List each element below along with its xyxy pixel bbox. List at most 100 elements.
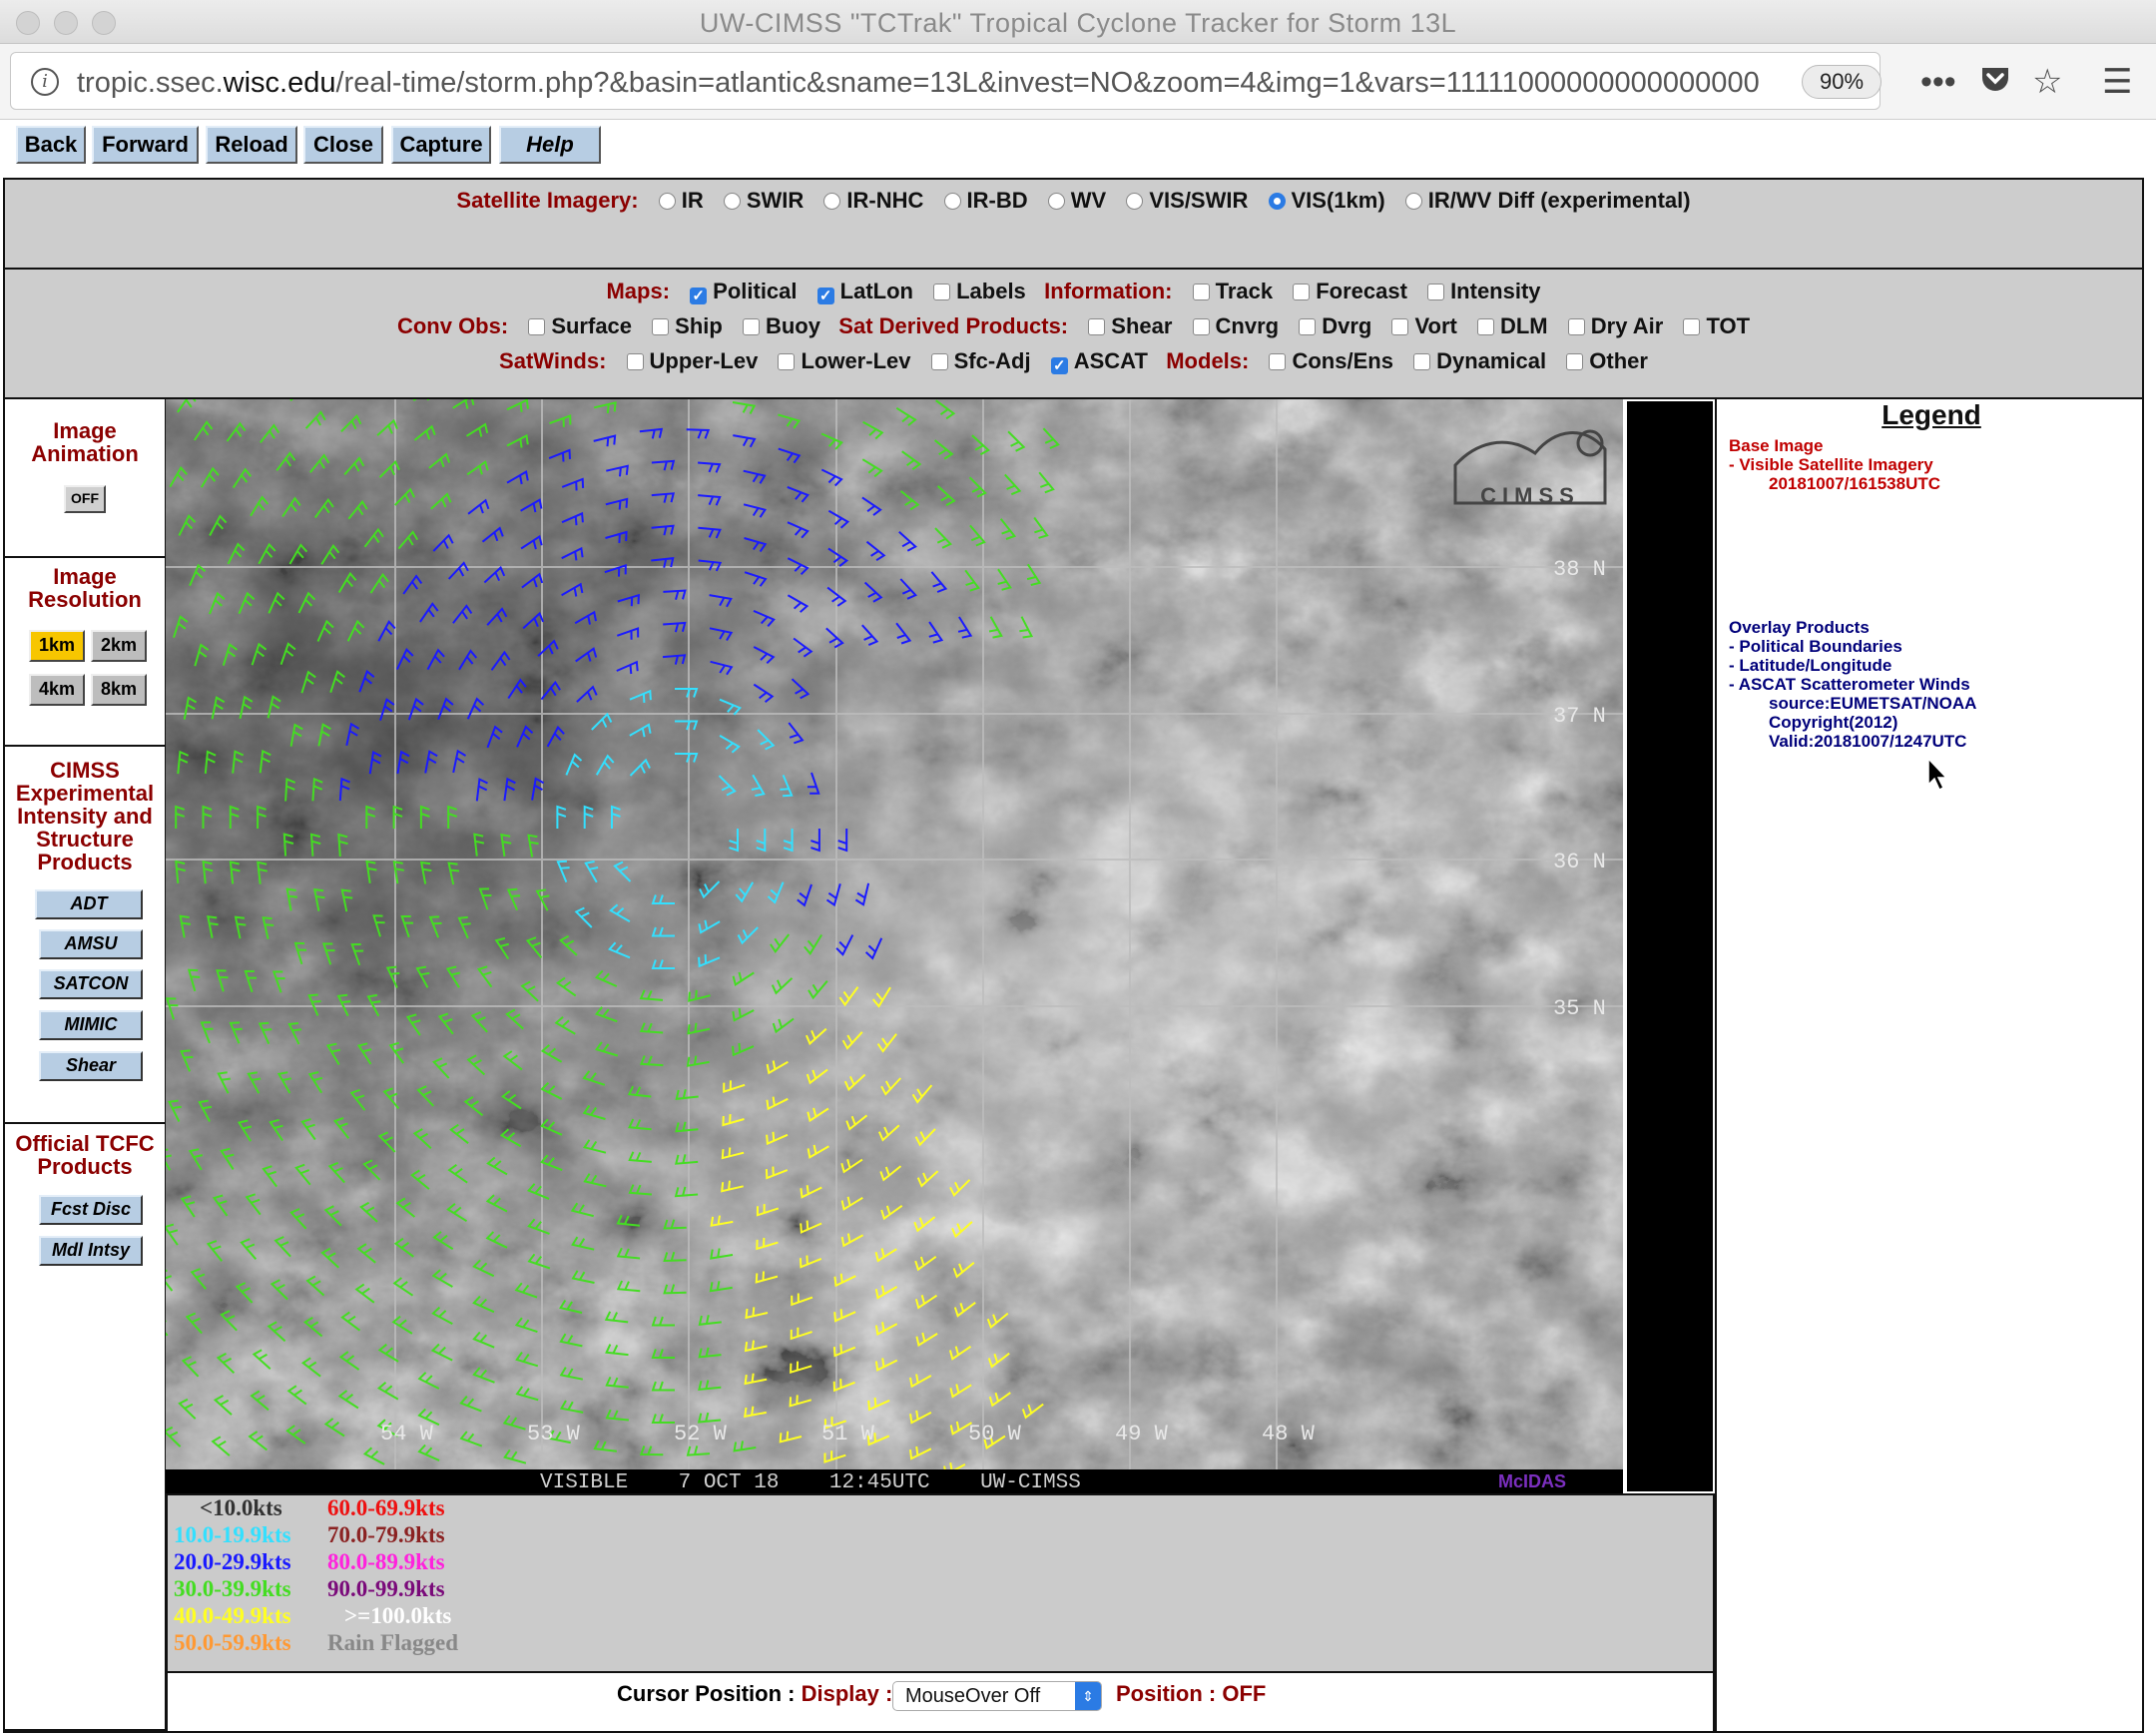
- longitude-label: 54 W: [380, 1422, 434, 1446]
- checkbox-cnvrg[interactable]: [1192, 318, 1210, 335]
- key-90-99: 90.0-99.9kts: [327, 1576, 445, 1601]
- checkbox-sfc-adj[interactable]: [930, 353, 948, 370]
- checkbox-other[interactable]: [1566, 353, 1584, 370]
- url-bar[interactable]: i tropic.ssec.wisc.edu/real-time/storm.p…: [10, 52, 1882, 110]
- base-image-heading: Base Image: [1729, 436, 1824, 455]
- res-4km-button[interactable]: 4km: [29, 674, 85, 706]
- radio-vis-1km-label: VIS(1km): [1291, 188, 1385, 213]
- pocket-icon[interactable]: [1978, 62, 2012, 105]
- cnvrg-label: Cnvrg: [1215, 313, 1280, 338]
- back-button[interactable]: Back: [16, 126, 86, 164]
- satellite-image[interactable]: 38 N 37 N 36 N 35 N 54 W 53 W 52 W 51 W 50 W 49 W…: [166, 399, 1623, 1493]
- satwinds-label: SatWinds:: [499, 348, 607, 373]
- maps-label: Maps:: [606, 279, 671, 303]
- url-prefix: tropic.ssec.: [77, 67, 224, 99]
- res-1km-button[interactable]: 1km: [29, 630, 85, 662]
- info-icon[interactable]: i: [31, 68, 59, 96]
- surface-label: Surface: [551, 313, 633, 338]
- fcst-disc-button[interactable]: Fcst Disc: [39, 1195, 143, 1225]
- adt-button[interactable]: ADT: [35, 889, 143, 919]
- latitude-label: 35 N: [1553, 996, 1606, 1021]
- checkbox-tot[interactable]: [1683, 318, 1701, 335]
- url-text[interactable]: tropic.ssec.wisc.edu/real-time/storm.php…: [77, 67, 1774, 100]
- bookmark-star-icon[interactable]: ☆: [2032, 62, 2062, 102]
- latitude-label: 37 N: [1553, 704, 1606, 729]
- checkbox-vort[interactable]: [1391, 318, 1409, 335]
- zoom-indicator[interactable]: 90%: [1802, 65, 1882, 99]
- key-80-89: 80.0-89.9kts: [327, 1549, 445, 1574]
- checkbox-dynamical[interactable]: [1413, 353, 1431, 370]
- checkbox-surface[interactable]: [528, 318, 546, 335]
- more-actions-icon[interactable]: •••: [1920, 62, 1956, 102]
- radio-ir-bd[interactable]: [943, 193, 961, 210]
- checkbox-dlm[interactable]: [1476, 318, 1494, 335]
- radio-ir[interactable]: [658, 193, 676, 210]
- checkbox-ascat[interactable]: ✓: [1050, 357, 1068, 374]
- mdl-intsy-button[interactable]: Mdl Intsy: [39, 1236, 143, 1266]
- image-side-bar: [1625, 399, 1715, 1493]
- animation-off-button[interactable]: OFF: [64, 485, 106, 513]
- overlay-ascat: - ASCAT Scatterometer Winds: [1729, 675, 1970, 694]
- checkbox-forecast[interactable]: [1293, 284, 1311, 300]
- base-image-time: 20181007/161538UTC: [1769, 474, 1941, 493]
- checkbox-track[interactable]: [1192, 284, 1210, 300]
- radio-swir-label: SWIR: [746, 188, 805, 213]
- res-2km-button[interactable]: 2km: [91, 630, 147, 662]
- checkbox-political[interactable]: ✓: [690, 288, 708, 304]
- latitude-label: 36 N: [1553, 850, 1606, 874]
- checkbox-dry-air[interactable]: [1567, 318, 1585, 335]
- cons-ens-label: Cons/Ens: [1292, 348, 1393, 373]
- checkbox-lower-lev[interactable]: [778, 353, 796, 370]
- mimic-button[interactable]: MIMIC: [39, 1010, 143, 1040]
- shear-button[interactable]: Shear: [39, 1051, 143, 1081]
- longitude-label: 51 W: [821, 1422, 875, 1446]
- radio-wv[interactable]: [1047, 193, 1065, 210]
- legend-panel: Legend Base Image - Visible Satellite Im…: [1715, 399, 2144, 1731]
- close-button[interactable]: Close: [303, 126, 383, 164]
- key-70-79: 70.0-79.9kts: [327, 1522, 445, 1547]
- menu-icon[interactable]: ☰: [2102, 62, 2132, 102]
- checkbox-cons-ens[interactable]: [1269, 353, 1287, 370]
- political-label: Political: [713, 279, 798, 303]
- sat-derived-label: Sat Derived Products:: [838, 313, 1069, 338]
- mouse-cursor-icon: [1927, 757, 1948, 792]
- wind-speed-key: <10.0kts 10.0-19.9kts 20.0-29.9kts 30.0-…: [166, 1493, 1715, 1673]
- position-status: Position : OFF: [1116, 1681, 1267, 1706]
- latlon-label: LatLon: [839, 279, 913, 303]
- display-select[interactable]: MouseOver Off ⇕: [892, 1681, 1102, 1711]
- radio-swir[interactable]: [723, 193, 741, 210]
- checkbox-labels[interactable]: [933, 284, 951, 300]
- key-10-19: 10.0-19.9kts: [174, 1522, 291, 1547]
- overlay-options-panel: Maps: ✓ Political ✓ LatLon Labels Informat…: [3, 268, 2144, 399]
- models-label: Models:: [1166, 348, 1250, 373]
- key-30-39: 30.0-39.9kts: [174, 1576, 291, 1601]
- forward-button[interactable]: Forward: [92, 126, 199, 164]
- dvrg-label: Dvrg: [1322, 313, 1372, 338]
- url-path: /real-time/storm.php?&basin=atlantic&sna…: [335, 67, 1760, 99]
- longitude-label: 52 W: [674, 1422, 728, 1446]
- satcon-button[interactable]: SATCON: [39, 969, 143, 999]
- radio-vis-swir[interactable]: [1126, 193, 1144, 210]
- radio-vis-1km[interactable]: [1268, 193, 1286, 210]
- checkbox-dvrg[interactable]: [1299, 318, 1317, 335]
- checkbox-buoy[interactable]: [742, 318, 760, 335]
- checkbox-ship[interactable]: [652, 318, 670, 335]
- radio-ir-wv-diff[interactable]: [1404, 193, 1422, 210]
- help-button[interactable]: Help: [499, 126, 601, 164]
- image-footer-text: VISIBLE 7 OCT 18 12:45UTC UW-CIMSS: [540, 1471, 1081, 1493]
- radio-ir-nhc[interactable]: [823, 193, 841, 210]
- checkbox-intensity[interactable]: [1427, 284, 1445, 300]
- capture-button[interactable]: Capture: [391, 126, 491, 164]
- res-8km-button[interactable]: 8km: [91, 674, 147, 706]
- amsu-button[interactable]: AMSU: [39, 929, 143, 959]
- latitude-label: 38 N: [1553, 557, 1606, 582]
- other-label: Other: [1589, 348, 1648, 373]
- resolution-title: Image Resolution: [28, 564, 142, 612]
- divider: [5, 1122, 165, 1124]
- checkbox-latlon[interactable]: ✓: [816, 288, 834, 304]
- reload-button[interactable]: Reload: [206, 126, 297, 164]
- checkbox-shear[interactable]: [1088, 318, 1106, 335]
- radio-ir-wv-diff-label: IR/WV Diff (experimental): [1427, 188, 1691, 213]
- select-arrows-icon: ⇕: [1075, 1682, 1101, 1710]
- checkbox-upper-lev[interactable]: [626, 353, 644, 370]
